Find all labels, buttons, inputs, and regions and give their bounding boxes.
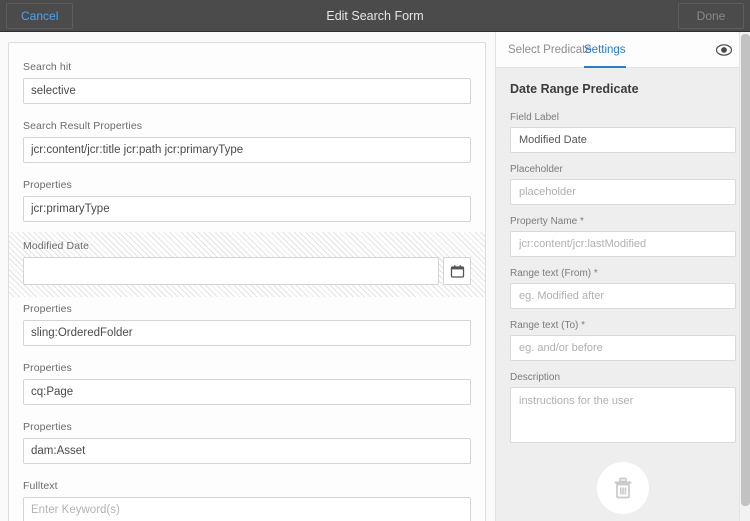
search-form-card: Search hit Search Result Properties Proper… bbox=[8, 42, 486, 521]
settings-field: Placeholder bbox=[510, 164, 736, 205]
trash-icon[interactable] bbox=[597, 462, 649, 514]
form-field-label: Search hit bbox=[23, 61, 471, 73]
form-field-label: Properties bbox=[23, 362, 471, 374]
settings-field: Description bbox=[510, 372, 736, 448]
eye-icon-svg bbox=[715, 41, 733, 59]
settings-field-input[interactable] bbox=[510, 231, 736, 257]
form-field-label: Search Result Properties bbox=[23, 120, 471, 132]
settings-fields: Field Label Placeholder Property Name * Ran… bbox=[510, 112, 736, 448]
settings-field-label: Range text (From) * bbox=[510, 268, 736, 279]
settings-field-input[interactable] bbox=[510, 283, 736, 309]
settings-body: Date Range Predicate Field Label Placehol… bbox=[496, 68, 750, 514]
form-field-input[interactable] bbox=[23, 320, 471, 346]
cancel-button[interactable]: Cancel bbox=[6, 3, 73, 29]
form-field-input[interactable] bbox=[23, 78, 471, 104]
top-bar: Edit Search Form Cancel Done bbox=[0, 0, 750, 32]
settings-field: Range text (From) * bbox=[510, 268, 736, 309]
form-field-label: Properties bbox=[23, 179, 471, 191]
form-field-row[interactable]: Properties bbox=[9, 415, 485, 474]
form-field-label: Fulltext bbox=[23, 480, 471, 492]
form-field-row[interactable]: Search hit bbox=[9, 55, 485, 114]
form-field-label: Properties bbox=[23, 303, 471, 315]
calendar-icon-svg bbox=[450, 264, 465, 279]
calendar-icon[interactable] bbox=[443, 257, 471, 285]
form-field-row[interactable]: Properties bbox=[9, 356, 485, 415]
form-field-row[interactable]: Properties bbox=[9, 297, 485, 356]
panel-tabbar: Select Predicate Settings bbox=[496, 32, 750, 68]
form-field-input[interactable] bbox=[23, 379, 471, 405]
form-field-label: Modified Date bbox=[23, 240, 471, 252]
form-field-input[interactable] bbox=[23, 497, 471, 521]
vertical-scrollbar[interactable] bbox=[739, 32, 750, 521]
tab-settings[interactable]: Settings bbox=[584, 32, 626, 68]
trash-icon-svg bbox=[610, 475, 636, 501]
form-field-input[interactable] bbox=[23, 438, 471, 464]
settings-field-label: Field Label bbox=[510, 112, 736, 123]
settings-field-input[interactable] bbox=[510, 335, 736, 361]
settings-field-label: Placeholder bbox=[510, 164, 736, 175]
form-field-row[interactable]: Properties bbox=[9, 173, 485, 232]
scrollbar-thumb[interactable] bbox=[741, 34, 750, 506]
form-field-input[interactable] bbox=[23, 196, 471, 222]
page-title: Edit Search Form bbox=[0, 0, 750, 32]
search-form-panel: Search hit Search Result Properties Proper… bbox=[0, 32, 495, 521]
main-content: Search hit Search Result Properties Proper… bbox=[0, 32, 750, 521]
settings-field-label: Range text (To) * bbox=[510, 320, 736, 331]
form-field-row[interactable]: Modified Date bbox=[9, 232, 485, 297]
settings-field: Property Name * bbox=[510, 216, 736, 257]
done-button[interactable]: Done bbox=[678, 3, 744, 29]
settings-field: Range text (To) * bbox=[510, 320, 736, 361]
settings-field-input[interactable] bbox=[510, 127, 736, 153]
tab-select-predicate[interactable]: Select Predicate bbox=[508, 32, 592, 68]
predicate-title: Date Range Predicate bbox=[510, 82, 736, 96]
form-field-input[interactable] bbox=[23, 257, 439, 285]
form-field-row[interactable]: Fulltext bbox=[9, 474, 485, 521]
settings-field-label: Property Name * bbox=[510, 216, 736, 227]
settings-field-input[interactable] bbox=[510, 387, 736, 443]
settings-panel: Select Predicate Settings Date Range Pre… bbox=[495, 32, 750, 521]
eye-icon[interactable] bbox=[714, 40, 734, 60]
form-field-input[interactable] bbox=[23, 137, 471, 163]
settings-field-input[interactable] bbox=[510, 179, 736, 205]
settings-field-label: Description bbox=[510, 372, 736, 383]
form-field-label: Properties bbox=[23, 421, 471, 433]
form-field-row[interactable]: Search Result Properties bbox=[9, 114, 485, 173]
date-field-wrapper bbox=[23, 257, 471, 285]
settings-field: Field Label bbox=[510, 112, 736, 153]
